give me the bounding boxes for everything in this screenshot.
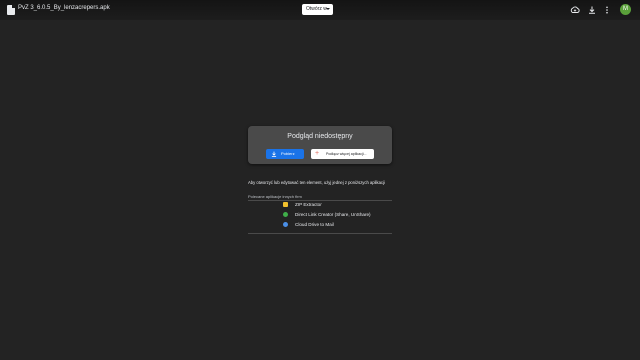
app-name: Cloud Drive to Mail: [295, 222, 334, 227]
download-label: Pobierz: [281, 151, 295, 156]
open-with-button[interactable]: Otwórz w: [302, 4, 333, 15]
more-options-icon[interactable]: [602, 5, 612, 15]
open-with-hint: Aby otworzyć lub edytować ten element, u…: [248, 180, 385, 185]
connect-more-apps-button[interactable]: + Podłącz więcej aplikacji...: [311, 149, 374, 159]
divider: [248, 233, 392, 234]
open-with-label: Otwórz w: [306, 6, 327, 12]
preview-unavailable-card: Podgląd niedostępny Pobierz + Podłącz wi…: [248, 126, 392, 164]
file-icon: [7, 5, 15, 15]
plus-icon: +: [315, 150, 320, 157]
add-to-drive-icon[interactable]: [570, 5, 580, 15]
avatar[interactable]: M: [620, 4, 631, 15]
download-icon[interactable]: [587, 5, 597, 15]
top-bar: PvZ 3_6.0.5_By_lenzacrepers.apk Otwórz w…: [0, 0, 640, 20]
chevron-down-icon: [326, 8, 330, 10]
zip-extractor-icon: [283, 202, 288, 207]
file-name: PvZ 3_6.0.5_By_lenzacrepers.apk: [18, 5, 110, 11]
app-name: ZIP Extractor: [295, 202, 322, 207]
direct-link-icon: [283, 212, 288, 217]
cloud-drive-mail-icon: [283, 222, 288, 227]
download-icon: [271, 151, 277, 157]
recommended-apps-header: Polecane aplikacje innych firm: [248, 194, 302, 199]
preview-title: Podgląd niedostępny: [287, 133, 353, 140]
app-name: Direct Link Creator (Share, UnShare): [295, 212, 371, 217]
download-button[interactable]: Pobierz: [266, 149, 304, 159]
connect-more-apps-label: Podłącz więcej aplikacji...: [326, 152, 367, 156]
